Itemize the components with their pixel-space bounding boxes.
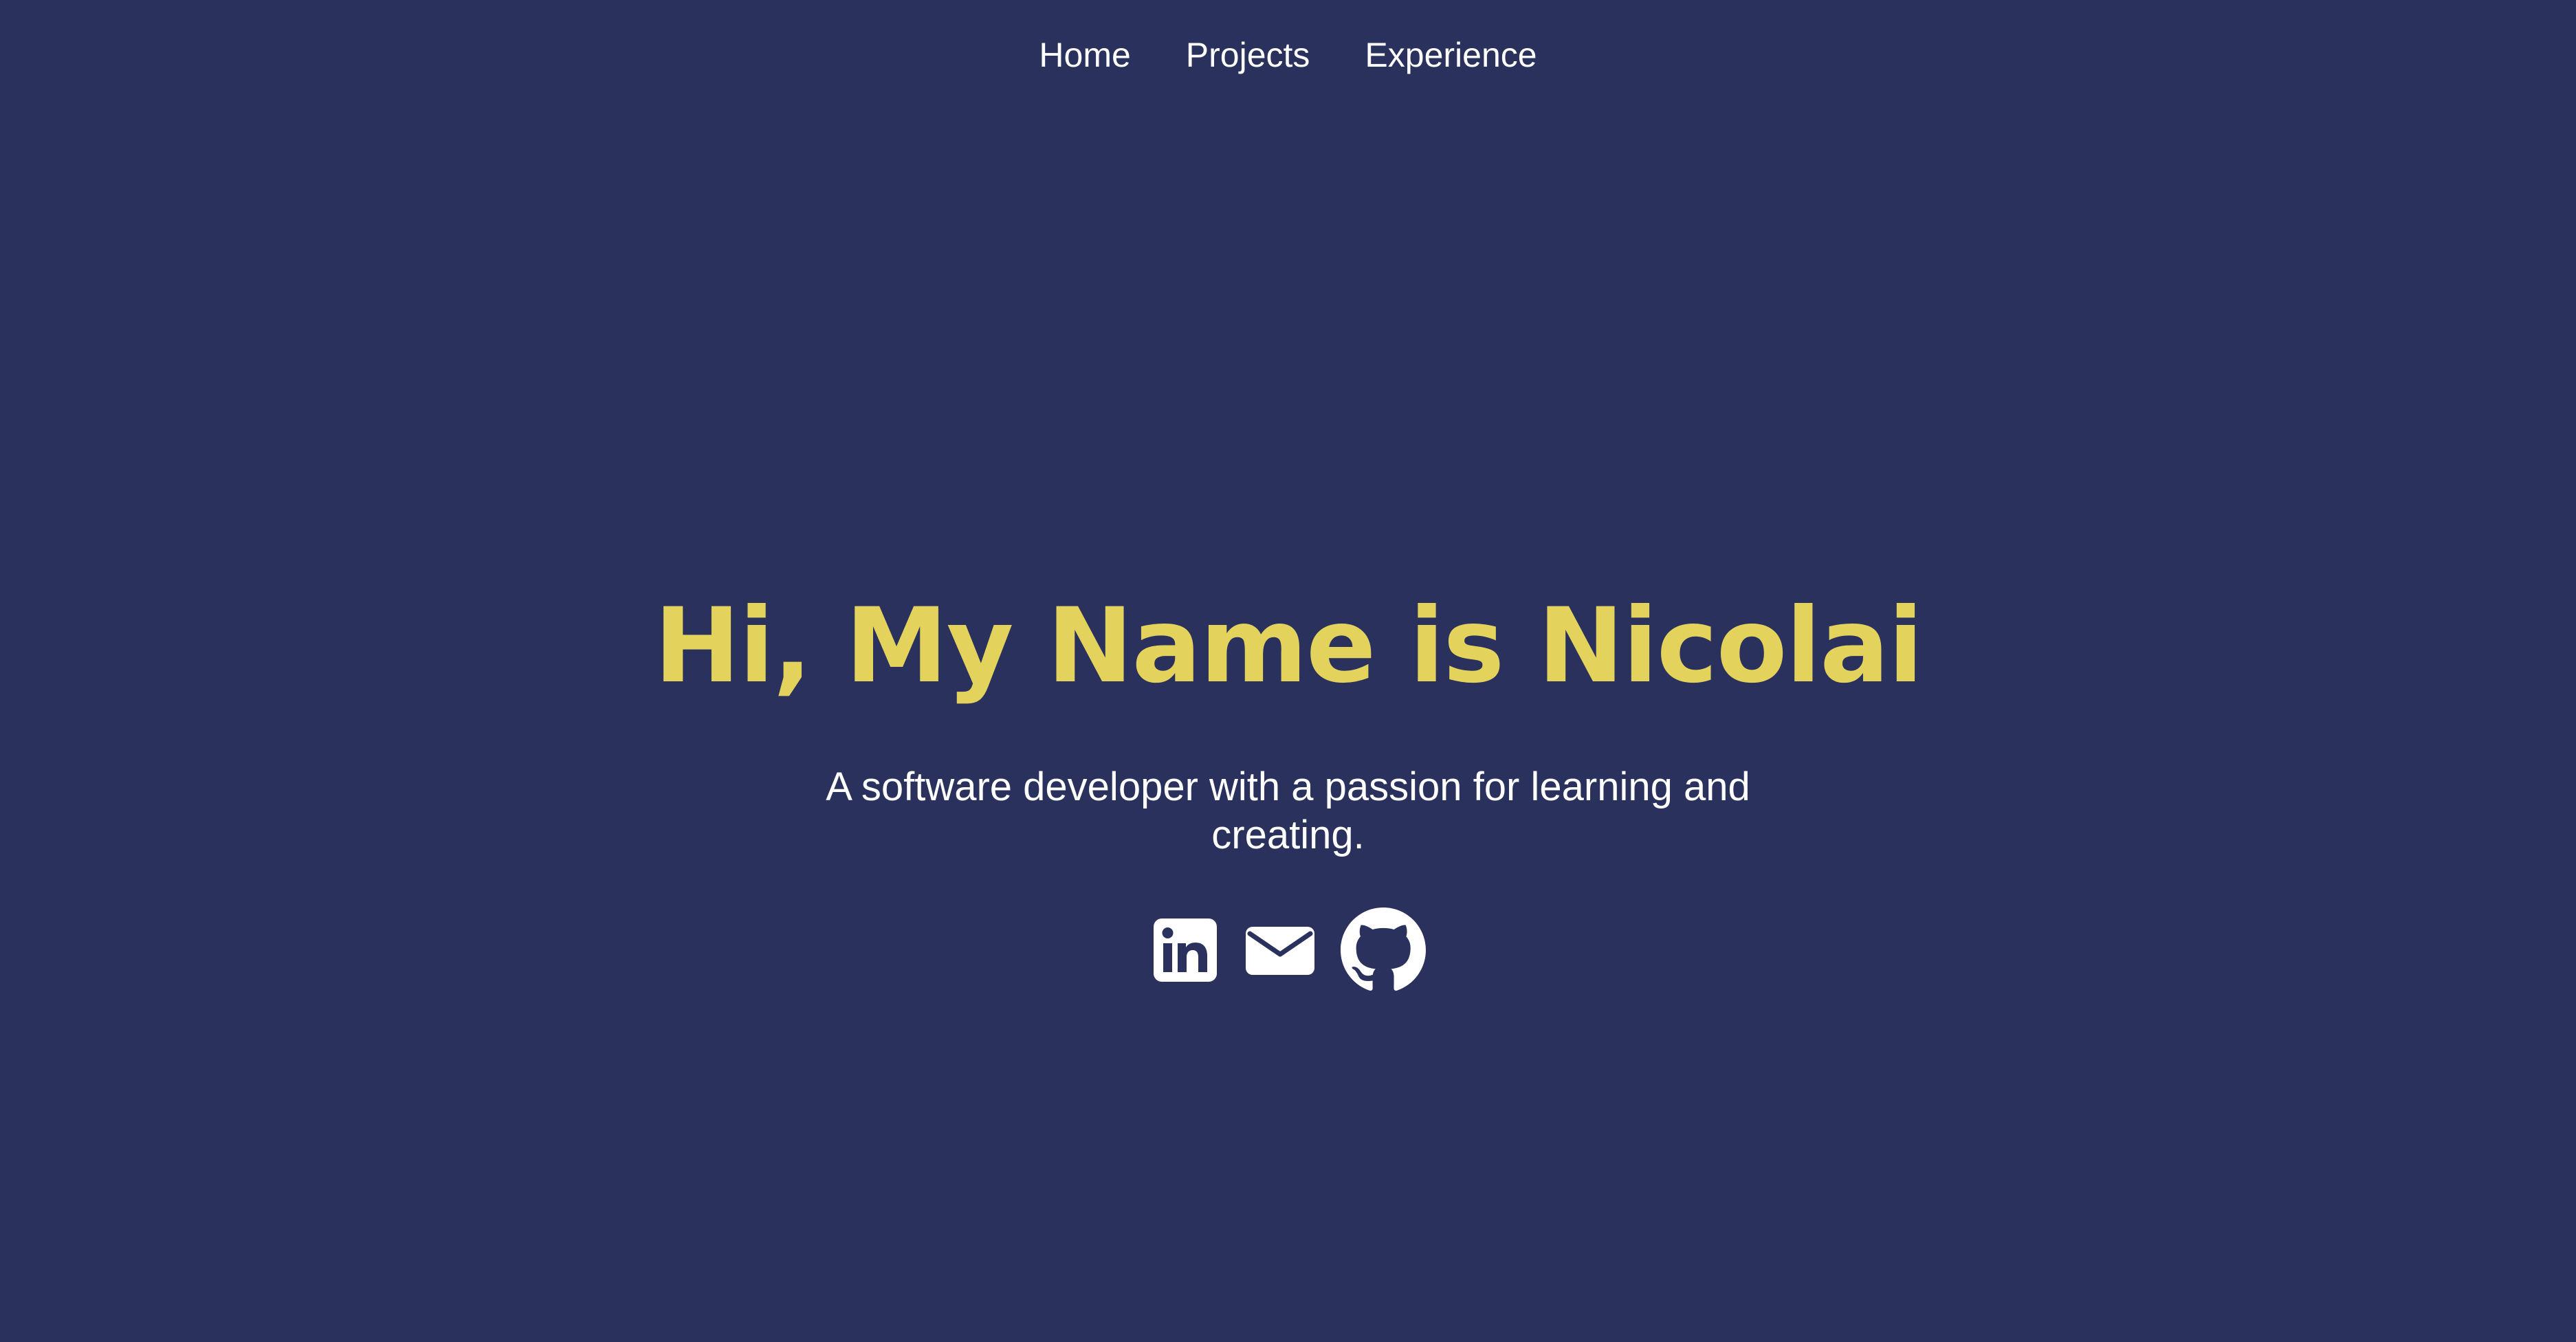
- github-icon: [1340, 908, 1426, 991]
- linkedin-link[interactable]: [1151, 916, 1220, 984]
- email-link[interactable]: [1244, 916, 1316, 984]
- github-link[interactable]: [1340, 908, 1426, 993]
- nav-item-experience[interactable]: Experience: [1365, 31, 1537, 79]
- top-nav: Home Projects Experience: [0, 0, 2576, 110]
- nav-item-home[interactable]: Home: [1039, 31, 1130, 79]
- hero-title: Hi, My Name is Nicolai: [654, 586, 1923, 706]
- hero-section: Hi, My Name is Nicolai A software develo…: [0, 584, 2576, 993]
- page: Home Projects Experience Hi, My Name is …: [0, 0, 2576, 1342]
- linkedin-icon: [1153, 918, 1217, 982]
- nav-item-projects[interactable]: Projects: [1186, 31, 1310, 79]
- hero-subtitle: A software developer with a passion for …: [826, 764, 1750, 857]
- mail-icon: [1245, 927, 1314, 975]
- social-links: [1151, 908, 1426, 993]
